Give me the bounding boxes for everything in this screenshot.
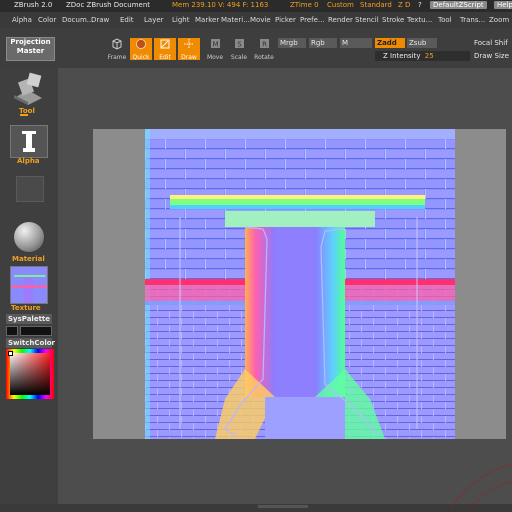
tool-icon: [14, 72, 42, 105]
sphere-icon: [136, 39, 146, 49]
svg-text:S: S: [237, 41, 242, 49]
draw-icon: [184, 39, 194, 49]
menu-document[interactable]: Docum...: [62, 16, 93, 24]
menu-draw[interactable]: Draw: [91, 16, 109, 24]
help-question-button[interactable]: ?: [418, 1, 422, 9]
menu-movie[interactable]: Movie: [250, 16, 271, 24]
scale-button[interactable]: S Scale: [228, 38, 250, 61]
ztime-readout: ZTime 0: [290, 1, 319, 9]
app-title: ZBrush 2.0: [14, 1, 53, 9]
move-icon: M: [211, 39, 220, 49]
rotate-button[interactable]: R Rotate: [253, 38, 275, 61]
menu-tool[interactable]: Tool: [438, 16, 452, 24]
z-intensity-value: 25: [424, 52, 434, 60]
help-button[interactable]: Help: [494, 1, 512, 9]
color-picker-marker[interactable]: [8, 351, 13, 356]
menu-bar: Alpha Color Docum... Draw Edit Layer Lig…: [0, 12, 512, 28]
color-picker-square[interactable]: [10, 353, 50, 395]
menu-stroke[interactable]: Stroke: [382, 16, 404, 24]
normal-map-canvas[interactable]: [145, 129, 455, 439]
left-tray: Tool Alpha Material Texture SysPalette S…: [0, 68, 58, 512]
memory-readout: Mem 239.10 V: 494 F: 1163: [172, 1, 269, 9]
z-intensity-slider[interactable]: Z Intensity 25: [375, 51, 470, 61]
rgb-button[interactable]: Rgb: [309, 38, 337, 48]
tool-thumbnail[interactable]: [10, 72, 46, 106]
switchcolor-button[interactable]: SwitchColor: [6, 338, 55, 348]
menu-alpha[interactable]: Alpha: [12, 16, 32, 24]
secondary-color-swatch[interactable]: [20, 326, 52, 336]
focal-shift-slider[interactable]: Focal Shif: [472, 38, 512, 48]
menu-edit[interactable]: Edit: [120, 16, 134, 24]
scale-icon: S: [235, 39, 244, 49]
zsub-button[interactable]: Zsub: [407, 38, 437, 48]
menu-color[interactable]: Color: [38, 16, 56, 24]
title-bar: ZBrush 2.0 ZDoc ZBrush Document Mem 239.…: [0, 0, 512, 12]
menu-marker[interactable]: Marker: [195, 16, 219, 24]
menu-preferences[interactable]: Prefe...: [300, 16, 325, 24]
default-zscript-button[interactable]: DefaultZScript: [430, 1, 487, 9]
m-button[interactable]: M: [340, 38, 372, 48]
frame-button[interactable]: Frame: [106, 38, 128, 61]
rotate-icon: R: [260, 39, 269, 49]
texture-thumbnail[interactable]: [10, 266, 48, 304]
document-title: ZDoc ZBrush Document: [66, 1, 151, 9]
menu-texture[interactable]: Textu...: [407, 16, 432, 24]
move-button[interactable]: M Move: [204, 38, 226, 61]
draw-size-slider[interactable]: Draw Size: [472, 51, 512, 61]
menu-picker[interactable]: Picker: [275, 16, 296, 24]
texture-label[interactable]: Texture: [11, 304, 41, 312]
material-label[interactable]: Material: [12, 255, 45, 263]
edit-button[interactable]: Edit: [154, 38, 176, 61]
zadd-button[interactable]: Zadd: [375, 38, 405, 48]
color-picker[interactable]: [6, 349, 54, 399]
top-shelf: Projection Master Frame Quick Edit Draw …: [0, 28, 512, 68]
quick-button[interactable]: Quick: [130, 38, 152, 61]
svg-text:R: R: [262, 41, 267, 49]
material-sphere[interactable]: [14, 222, 44, 252]
draw-button[interactable]: Draw: [178, 38, 200, 61]
menu-stencil[interactable]: Stencil: [355, 16, 379, 24]
bottom-scroll-handle[interactable]: [258, 505, 308, 508]
brick-wall-normal-map-image: [145, 129, 455, 439]
custom-button[interactable]: Custom: [327, 1, 354, 9]
cube-icon: [112, 38, 122, 50]
menu-transform[interactable]: Trans...: [460, 16, 485, 24]
stroke-thumbnail[interactable]: [16, 176, 44, 202]
alpha-i-icon: [22, 131, 36, 152]
svg-text:M: M: [212, 41, 218, 49]
decorative-arc-icon: [449, 464, 512, 509]
mrgb-button[interactable]: Mrgb: [278, 38, 306, 48]
standard-button[interactable]: Standard: [360, 1, 392, 9]
tool-arrow-icon: [20, 114, 28, 116]
edit-icon: [160, 39, 170, 49]
menu-light[interactable]: Light: [172, 16, 189, 24]
menu-render[interactable]: Render: [328, 16, 353, 24]
texture-thumbnail-image: [11, 267, 47, 303]
bottom-bar: [0, 504, 512, 512]
syspalette-button[interactable]: SysPalette: [6, 314, 52, 324]
alpha-thumbnail[interactable]: [10, 125, 48, 158]
menu-zoom[interactable]: Zoom: [489, 16, 509, 24]
menu-material[interactable]: Materi...: [221, 16, 250, 24]
menu-layer[interactable]: Layer: [144, 16, 164, 24]
main-color-swatch[interactable]: [6, 326, 18, 336]
projection-master-button[interactable]: Projection Master: [6, 37, 55, 61]
alpha-label[interactable]: Alpha: [17, 157, 40, 165]
z-d-buttons[interactable]: Z D: [398, 1, 410, 9]
